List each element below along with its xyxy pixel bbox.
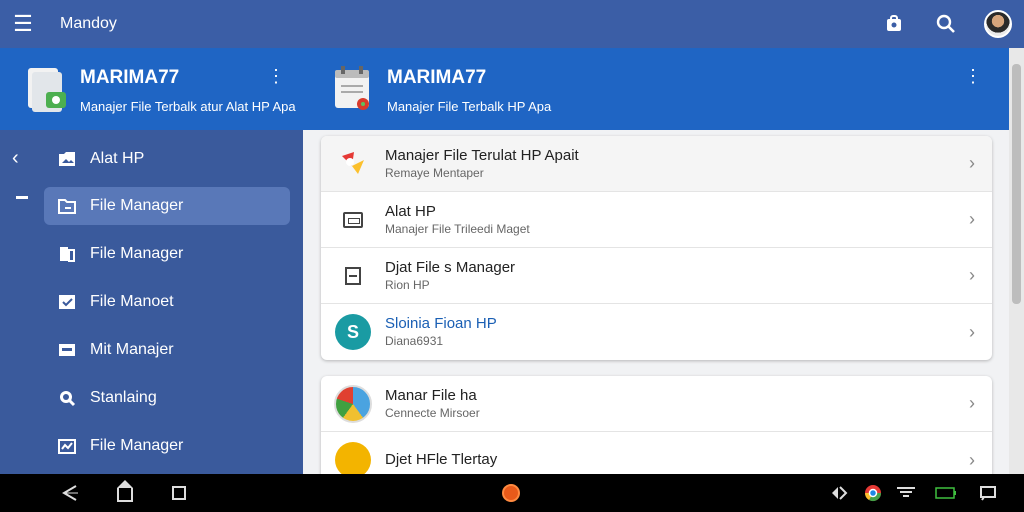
- sidebar-item-label: File Manager: [90, 197, 184, 214]
- record-icon[interactable]: [498, 474, 524, 512]
- menu-icon[interactable]: ☰: [0, 0, 46, 48]
- chevron-right-icon: ›: [969, 153, 975, 173]
- item-subtitle: Cennecte Mirsoer: [385, 405, 480, 420]
- sidebar-item-label: Alat HP: [90, 150, 145, 167]
- content-header: MARIMA77 Manajer File Terbalk HP Apa ⋮: [303, 48, 1009, 130]
- calendar-app-icon: [335, 66, 369, 110]
- sidebar-item-label: Stanlaing: [90, 389, 157, 406]
- teal-app-icon: S: [321, 314, 385, 350]
- list-item[interactable]: Alat HP Manajer File Trileedi Maget ›: [321, 192, 992, 248]
- home-icon[interactable]: [112, 474, 138, 512]
- app-list-card: Manajer File Terulat HP Apait Remaye Men…: [321, 136, 992, 360]
- system-nav-bar: [0, 474, 1024, 512]
- scrollbar[interactable]: [1009, 48, 1024, 474]
- chevron-right-icon: ›: [969, 449, 975, 470]
- drawer-title: MARIMA77: [80, 67, 180, 88]
- battery-icon: [932, 474, 960, 512]
- scrollbar-thumb[interactable]: [1012, 64, 1021, 304]
- chevron-right-icon: ›: [969, 393, 975, 413]
- sidebar-item-label: File Manager: [90, 437, 184, 454]
- item-title: Alat HP: [385, 202, 436, 220]
- list-item[interactable]: Manajer File Terulat HP Apait Remaye Men…: [321, 136, 992, 192]
- chart-icon: [44, 437, 90, 455]
- avatar: [984, 10, 1012, 38]
- chevron-left-icon[interactable]: ‹: [12, 147, 19, 170]
- item-subtitle: Remaye Mentaper: [385, 165, 484, 180]
- recents-icon[interactable]: [166, 474, 192, 512]
- store-icon[interactable]: [868, 0, 920, 48]
- content-subtitle: Manajer File Terbalk HP Apa: [387, 99, 552, 114]
- notification-icon[interactable]: [974, 474, 1002, 512]
- drawer-header: MARIMA77 Manajer File Terbalk atur Alat …: [0, 48, 303, 130]
- top-app-bar: ☰ Mandoy: [0, 0, 1024, 48]
- sidebar-item-label: File Manager: [90, 245, 184, 262]
- item-title: Sloinia Fioan HP: [385, 315, 497, 332]
- main-content: Manajer File Terulat HP Apait Remaye Men…: [303, 130, 1024, 474]
- back-icon[interactable]: [52, 474, 86, 512]
- sidebar-item-file-manager-3[interactable]: File Manager: [44, 427, 290, 465]
- globe-icon: [321, 384, 385, 423]
- sidebar-item-stanlaing[interactable]: Stanlaing: [44, 379, 290, 417]
- document-icon: [28, 68, 66, 112]
- search-icon[interactable]: [920, 0, 972, 48]
- list-item[interactable]: Djet HFle Tlertay ›: [321, 432, 992, 474]
- avatar-button[interactable]: [972, 0, 1024, 48]
- item-title: Djet HFle Tlertay: [385, 451, 498, 468]
- sidebar-item-label: Mit Manajer: [90, 341, 174, 358]
- list-item[interactable]: Manar File ha Cennecte Mirsoer ›: [321, 376, 992, 432]
- collapse-indicator[interactable]: [16, 196, 28, 199]
- app-title: Mandoy: [60, 15, 117, 32]
- item-subtitle: Manajer File Trileedi Maget: [385, 221, 530, 236]
- search-icon: [44, 389, 90, 407]
- wifi-icon[interactable]: [892, 474, 920, 512]
- rotate-icon[interactable]: [826, 474, 852, 512]
- item-title: Djat File s Manager: [385, 258, 516, 276]
- box-icon: [321, 266, 385, 286]
- gallery-icon: [44, 150, 90, 168]
- yellow-app-icon: [321, 442, 385, 474]
- content-title: MARIMA77: [387, 67, 487, 88]
- drawer-subtitle: Manajer File Terbalk atur Alat HP Apa: [80, 99, 296, 114]
- item-title: Manajer File Terulat HP Apait: [385, 146, 579, 164]
- chevron-right-icon: ›: [969, 321, 975, 342]
- sidebar-item-alat-hp[interactable]: Alat HP: [44, 140, 290, 178]
- list-item[interactable]: Djat File s Manager Rion HP ›: [321, 248, 992, 304]
- sidebar-item-mit-manajer[interactable]: Mit Manajer: [44, 331, 290, 369]
- card-icon: [44, 341, 90, 359]
- file-icon: [44, 245, 90, 263]
- photos-icon: [321, 150, 385, 178]
- check-icon: [44, 293, 90, 311]
- item-subtitle: Rion HP: [385, 277, 430, 292]
- more-vert-icon[interactable]: ⋮: [266, 66, 286, 87]
- chrome-icon[interactable]: [860, 474, 886, 512]
- item-title: Manar File ha: [385, 386, 477, 404]
- sidebar-item-file-manoet[interactable]: File Manoet: [44, 283, 290, 321]
- appbar-actions: [868, 0, 1024, 48]
- sidebar-item-file-manager-2[interactable]: File Manager: [44, 235, 290, 273]
- sidebar: ‹ Alat HP File Manager File Manager File…: [0, 130, 303, 474]
- item-subtitle: Diana6931: [385, 334, 444, 348]
- sidebar-item-label: File Manoet: [90, 293, 174, 310]
- sidebar-item-file-manager[interactable]: File Manager: [44, 187, 290, 225]
- chevron-right-icon: ›: [969, 265, 975, 285]
- app-list-card-2: Manar File ha Cennecte Mirsoer › Djet HF…: [321, 376, 992, 474]
- chevron-right-icon: ›: [969, 209, 975, 229]
- more-vert-icon[interactable]: ⋮: [963, 66, 983, 87]
- folder-icon: [44, 197, 90, 215]
- window-icon: [321, 211, 385, 228]
- list-item[interactable]: S Sloinia Fioan HP Diana6931 ›: [321, 304, 992, 360]
